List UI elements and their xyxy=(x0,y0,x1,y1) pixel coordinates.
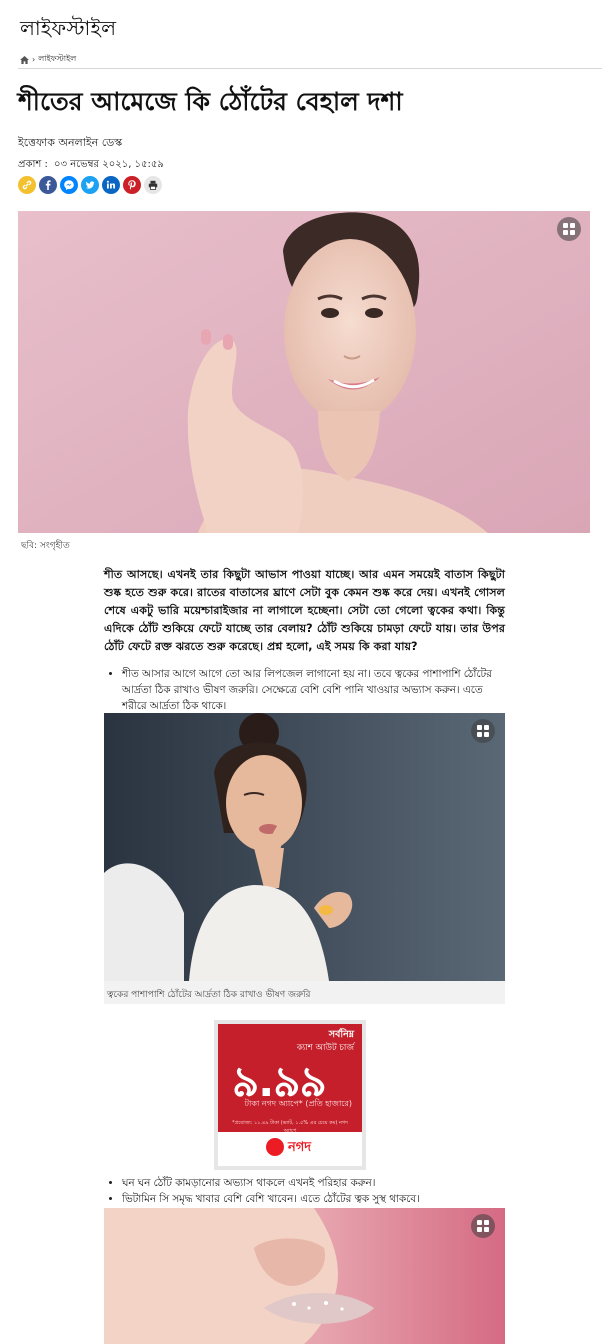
hero-caption: ছবি: সংগৃহীত xyxy=(21,541,70,551)
figure-2-image[interactable] xyxy=(104,713,505,981)
gallery-icon[interactable] xyxy=(471,1214,495,1238)
pinterest-icon[interactable] xyxy=(123,176,141,194)
figure-2-illustration xyxy=(104,713,505,981)
breadcrumb-separator: › xyxy=(32,55,36,64)
advertisement[interactable]: সর্বনিম্ন ক্যাশ আউট চার্জ ৯.৯৯ টাকা নগদ … xyxy=(214,1020,366,1170)
figure-3-image[interactable] xyxy=(104,1208,505,1344)
nagad-logo-icon xyxy=(266,1138,284,1156)
ad-banner[interactable]: সর্বনিম্ন ক্যাশ আউট চার্জ ৯.৯৯ টাকা নগদ … xyxy=(218,1024,362,1166)
facebook-icon[interactable] xyxy=(39,176,57,194)
section-title[interactable]: লাইফস্টাইল xyxy=(20,14,116,47)
breadcrumb-current[interactable]: লাইফস্টাইল xyxy=(38,53,76,66)
figure-3-illustration xyxy=(104,1208,505,1344)
ad-brand: নগদ xyxy=(288,1140,312,1155)
hero-image[interactable] xyxy=(18,211,590,533)
divider xyxy=(18,68,602,69)
linkedin-icon[interactable] xyxy=(102,176,120,194)
published-datetime: ০৩ নভেম্বর ২০২১, ১৫:৫৯ xyxy=(54,159,164,170)
messenger-icon[interactable] xyxy=(60,176,78,194)
twitter-icon[interactable] xyxy=(81,176,99,194)
hero-illustration xyxy=(18,211,590,533)
ad-unit: টাকা নগদ অ্যাপে* (প্রতি হাজারে) xyxy=(244,1099,352,1108)
gallery-icon[interactable] xyxy=(471,719,495,743)
breadcrumb: › লাইফস্টাইল xyxy=(20,53,76,66)
link-icon[interactable] xyxy=(18,176,36,194)
home-icon[interactable] xyxy=(20,55,29,64)
article-author[interactable]: ইত্তেফাক অনলাইন ডেস্ক xyxy=(18,134,122,153)
ad-footer: নগদ xyxy=(218,1132,362,1166)
tips-list-1: শীত আসার আগে আগে তো আর লিপজেল লাগানো হয়… xyxy=(104,666,505,714)
tips-list-2: ঘন ঘন ঠোঁট কামড়ানোর অভ্যাস থাকলে এখনই প… xyxy=(104,1175,505,1207)
figure-2-caption: ত্বকের পাশাপাশি ঠোঁটের আর্দ্রতা ঠিক রাখা… xyxy=(107,990,311,1000)
published-date: প্রকাশ : ০৩ নভেম্বর ২০২১, ১৫:৫৯ xyxy=(18,157,164,174)
published-label: প্রকাশ : xyxy=(18,159,48,170)
share-bar xyxy=(18,176,162,194)
article-headline: শীতের আমেজে কি ঠোঁটের বেহাল দশা xyxy=(18,87,403,116)
list-item: ভিটামিন সি সমৃদ্ধ খাবার বেশি বেশি খাবেন।… xyxy=(122,1191,505,1207)
list-item: ঘন ঘন ঠোঁট কামড়ানোর অভ্যাস থাকলে এখনই প… xyxy=(122,1175,505,1191)
list-item: শীত আসার আগে আগে তো আর লিপজেল লাগানো হয়… xyxy=(122,666,505,714)
gallery-icon[interactable] xyxy=(557,217,581,241)
figure-2: ত্বকের পাশাপাশি ঠোঁটের আর্দ্রতা ঠিক রাখা… xyxy=(104,713,505,1004)
article-lead: শীত আসছে। এখনই তার কিছুটা আভাস পাওয়া যা… xyxy=(104,568,505,653)
print-icon[interactable] xyxy=(144,176,162,194)
